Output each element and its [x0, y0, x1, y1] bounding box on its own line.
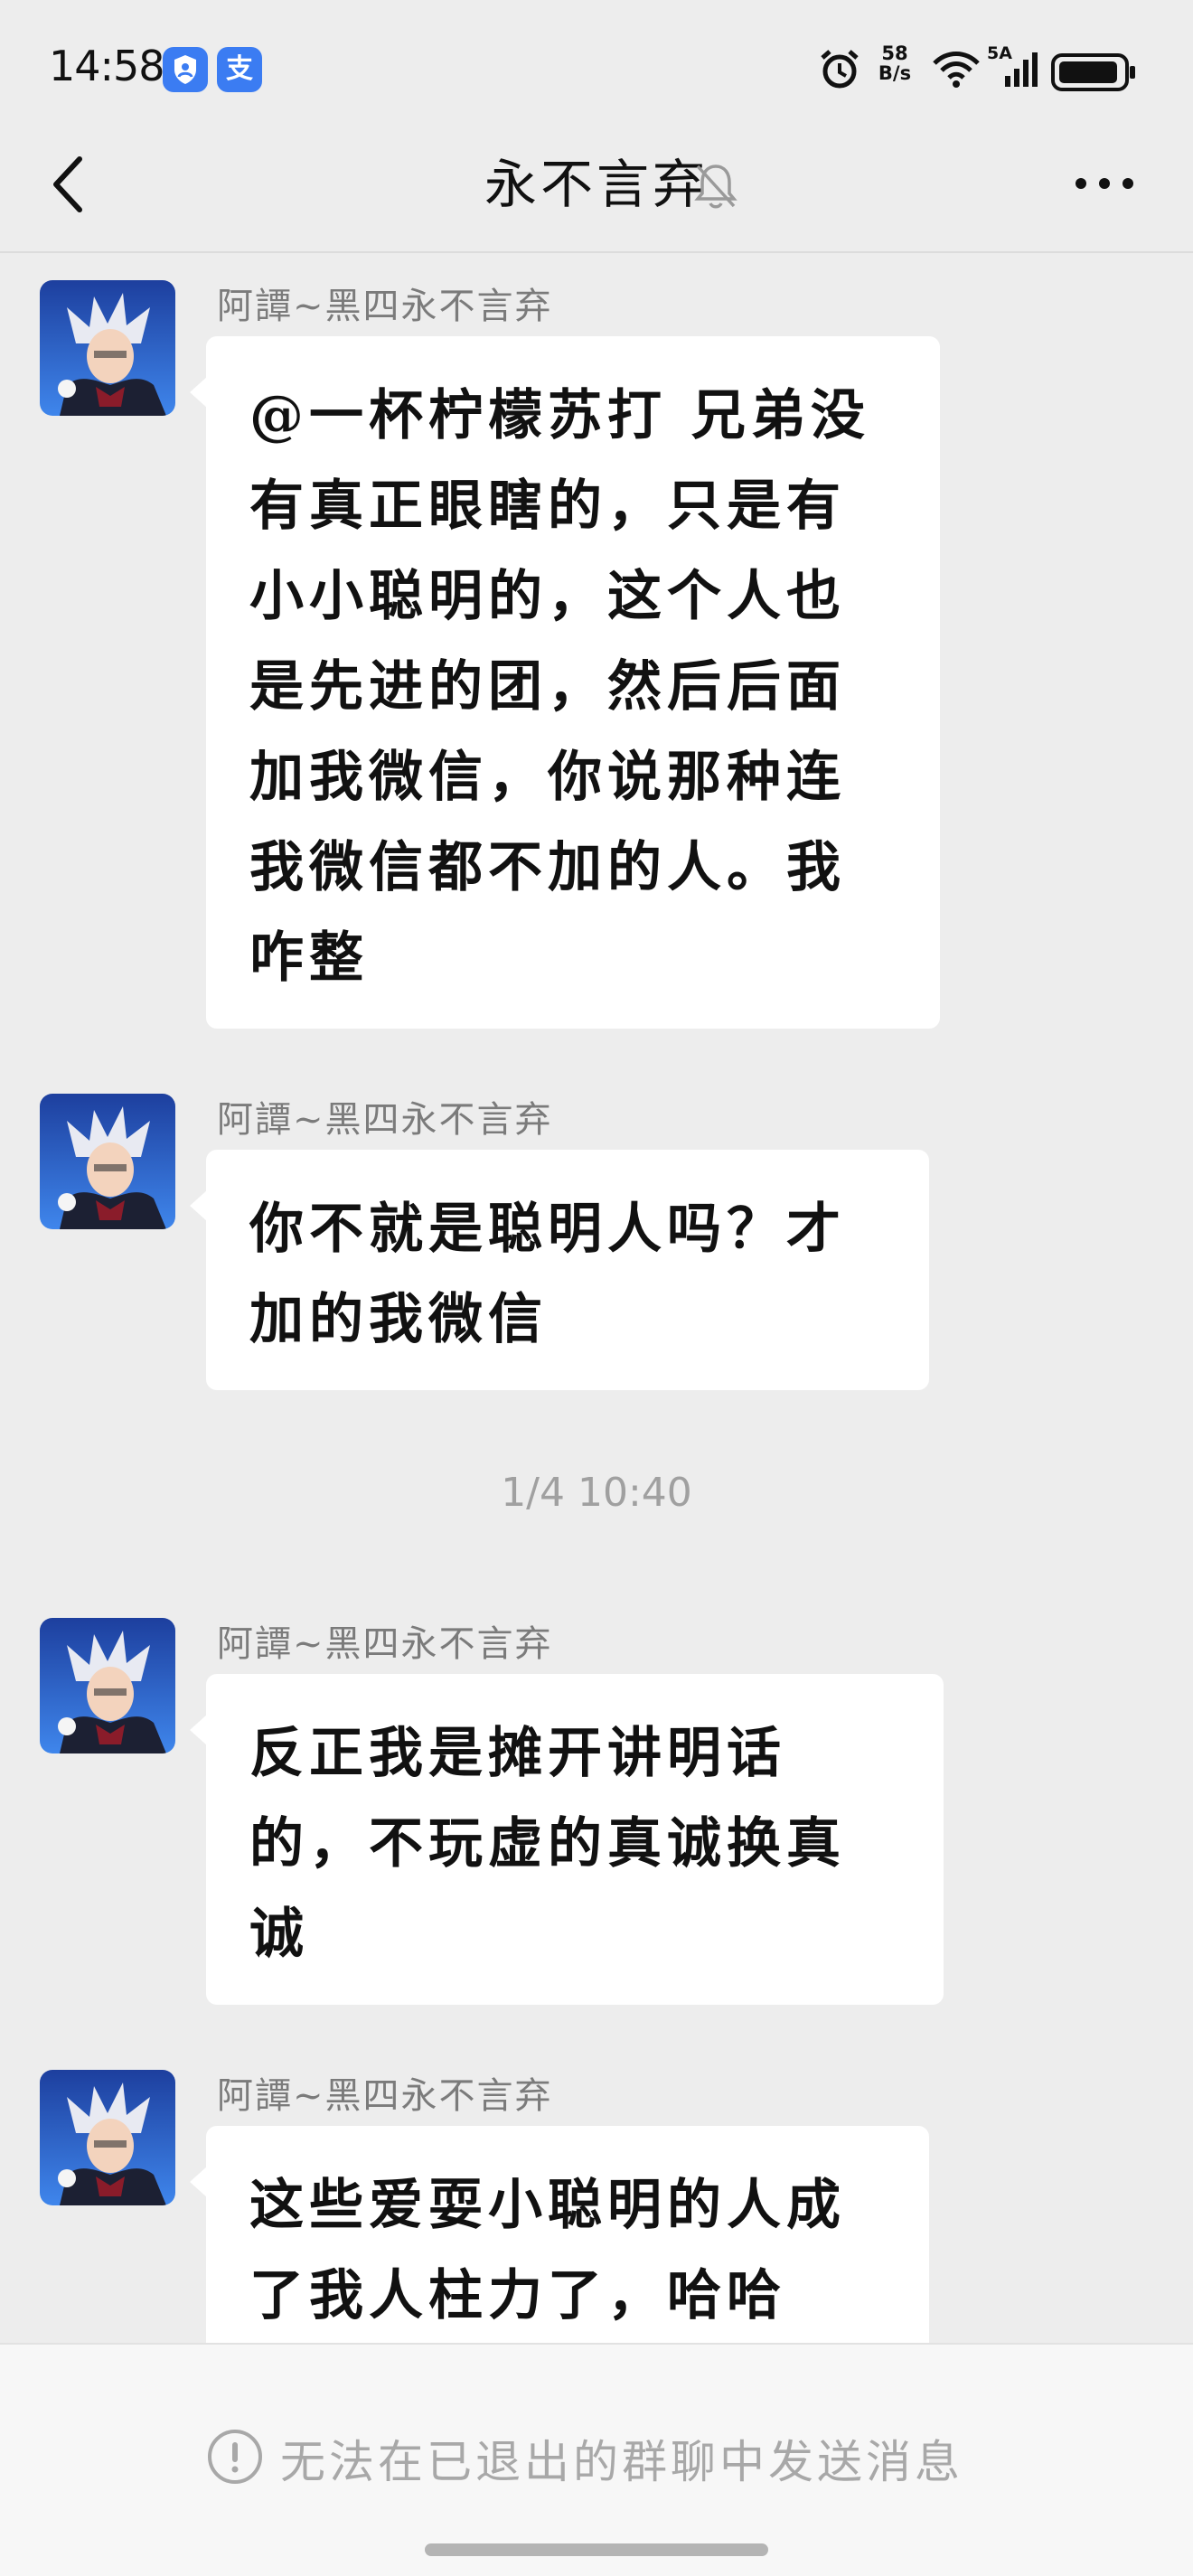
alipay-glyph: 支 [226, 53, 253, 85]
status-indicators: 58 B/s 5A [817, 42, 1193, 99]
shield-app-icon [163, 47, 208, 92]
shield-icon [174, 55, 196, 84]
input-disabled-bar: 无法在已退出的群聊中发送消息 [0, 2343, 1193, 2576]
nav-divider [0, 251, 1193, 253]
battery-icon [1051, 53, 1135, 91]
signal-icon [1005, 52, 1038, 87]
wifi-icon [933, 52, 980, 88]
message-bubble[interactable]: @一杯柠檬苏打 兄弟没有真正眼瞎的，只是有小小聪明的，这个人也是先进的团，然后后… [190, 336, 940, 1029]
exclamation-icon [208, 2430, 262, 2484]
message-bubble[interactable]: 反正我是摊开讲明话的，不玩虚的真诚换真诚 [190, 1674, 944, 2005]
avatar-image [40, 1618, 175, 1753]
disabled-notice: 无法在已退出的群聊中发送消息 [280, 2436, 963, 2488]
network-speed: 58 B/s [873, 43, 916, 83]
avatar[interactable] [40, 2070, 175, 2205]
network-speed-unit: B/s [878, 62, 912, 84]
avatar-image [40, 280, 175, 416]
message-timestamp: 1/4 10:40 [501, 1470, 692, 1516]
status-bar: 14:58 支 58 B/s 5A [0, 0, 1193, 140]
chat-title: 永不言弃 [484, 154, 709, 215]
sender-name: 阿譚~黑四永不言弃 [217, 2075, 553, 2117]
sender-name: 阿譚~黑四永不言弃 [217, 286, 553, 327]
message-bubble[interactable]: 你不就是聪明人吗？才加的我微信 [190, 1150, 929, 1390]
avatar-image [40, 1094, 175, 1229]
alipay-icon: 支 [217, 47, 262, 92]
home-indicator[interactable] [425, 2543, 768, 2556]
sender-name: 阿譚~黑四永不言弃 [217, 1623, 553, 1665]
sender-name: 阿譚~黑四永不言弃 [217, 1099, 553, 1141]
avatar[interactable] [40, 1618, 175, 1753]
network-speed-value: 58 [881, 42, 908, 64]
avatar[interactable] [40, 280, 175, 416]
more-options-icon[interactable] [1072, 170, 1137, 197]
avatar-image [40, 2070, 175, 2205]
avatar[interactable] [40, 1094, 175, 1229]
status-time: 14:58 [49, 42, 165, 90]
mute-bell-icon [694, 165, 737, 209]
alarm-icon [821, 50, 859, 89]
